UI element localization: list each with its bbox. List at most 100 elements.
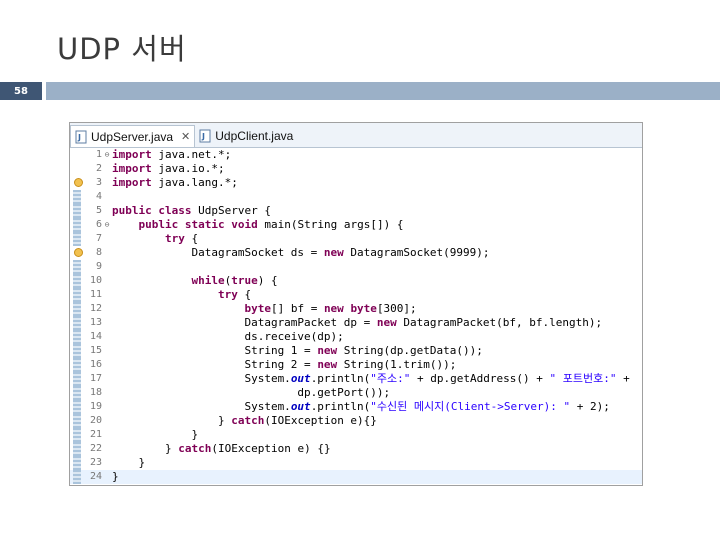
line-number: 19 (89, 401, 102, 412)
marker-gutter (70, 232, 86, 246)
fold-toggle-icon[interactable]: ⊖ (102, 148, 112, 162)
code-line[interactable]: 6 ⊖ public static void main(String args[]… (70, 218, 642, 232)
code-text: import java.lang.*; (112, 176, 238, 189)
code-text: String 1 = new String(dp.getData()); (112, 344, 483, 357)
code-text: public class UdpServer { (112, 204, 271, 217)
line-number: 8 (95, 247, 102, 258)
warning-icon[interactable] (70, 176, 86, 190)
code-line[interactable]: 3 import java.lang.*; (70, 176, 642, 190)
code-line[interactable]: 18 dp.getPort()); (70, 386, 642, 400)
page-number-box: 58 (0, 82, 42, 100)
code-line[interactable]: 2 import java.io.*; (70, 162, 642, 176)
line-number: 15 (89, 345, 102, 356)
code-line[interactable]: 20 } catch(IOException e){} (70, 414, 642, 428)
code-area[interactable]: 1 ⊖ import java.net.*; 2 import java.io.*; 3 i… (70, 148, 642, 484)
tab-udpclient[interactable]: J UdpClient.java (195, 125, 297, 147)
tab-label: UdpServer.java (91, 129, 174, 144)
line-number: 22 (89, 443, 102, 454)
marker-gutter (70, 204, 86, 218)
code-line[interactable]: 8 DatagramSocket ds = new DatagramSocket… (70, 246, 642, 260)
line-number: 6 (95, 219, 102, 230)
code-line[interactable]: 21 } (70, 428, 642, 442)
code-text: } catch(IOException e) {} (112, 442, 331, 455)
warning-icon[interactable] (70, 246, 86, 260)
close-icon[interactable]: ✕ (181, 130, 190, 143)
code-editor[interactable]: J UdpServer.java ✕ J UdpClient.java 1 ⊖ im… (69, 122, 643, 486)
marker-gutter (70, 344, 86, 358)
code-line[interactable]: 15 String 1 = new String(dp.getData()); (70, 344, 642, 358)
tab-label: UdpClient.java (215, 129, 294, 143)
code-line[interactable]: 10 while(true) { (70, 274, 642, 288)
line-number: 10 (89, 275, 102, 286)
code-line[interactable]: 16 String 2 = new String(1.trim()); (70, 358, 642, 372)
code-line[interactable]: 5 public class UdpServer { (70, 204, 642, 218)
code-text: } (112, 456, 146, 469)
code-line[interactable]: 24} (70, 470, 642, 484)
line-number: 16 (89, 359, 102, 370)
line-number: 4 (95, 191, 102, 202)
marker-gutter (70, 442, 86, 456)
editor-tab-bar: J UdpServer.java ✕ J UdpClient.java (70, 123, 642, 148)
marker-gutter (70, 386, 86, 400)
line-number: 13 (89, 317, 102, 328)
code-line[interactable]: 14 ds.receive(dp); (70, 330, 642, 344)
marker-gutter (70, 148, 86, 162)
marker-gutter (70, 260, 86, 274)
marker-gutter (70, 358, 86, 372)
marker-gutter (70, 218, 86, 232)
code-text: try { (164, 232, 199, 245)
code-text: } catch(IOException e){} (112, 414, 377, 427)
marker-gutter (70, 274, 86, 288)
line-number: 9 (95, 261, 102, 272)
code-line[interactable]: 4 (70, 190, 642, 204)
code-text: System.out.println("주소:" + dp.getAddress… (112, 372, 630, 385)
code-line[interactable]: 17 System.out.println("주소:" + dp.getAddr… (70, 372, 642, 386)
line-number: 24 (89, 471, 102, 482)
code-line[interactable]: 23 } (70, 456, 642, 470)
tab-udpserver[interactable]: J UdpServer.java ✕ (70, 125, 196, 147)
code-text: import java.net.*; (112, 148, 232, 161)
marker-gutter (70, 372, 86, 386)
line-number: 20 (89, 415, 102, 426)
code-line[interactable]: 1 ⊖ import java.net.*; (70, 148, 642, 162)
code-line[interactable]: 7 try { (70, 232, 642, 246)
marker-gutter (70, 190, 86, 204)
code-line[interactable]: 9 (70, 260, 642, 274)
code-text: dp.getPort()); (112, 386, 391, 399)
line-number: 3 (95, 177, 102, 188)
code-line[interactable]: 12 byte[] bf = new byte[300]; (70, 302, 642, 316)
marker-gutter (70, 456, 86, 470)
line-number: 14 (89, 331, 102, 342)
svg-text:J: J (77, 133, 81, 142)
marker-gutter (70, 470, 86, 484)
code-line[interactable]: 22 } catch(IOException e) {} (70, 442, 642, 456)
code-text: } (112, 428, 199, 441)
fold-toggle-icon[interactable]: ⊖ (102, 218, 112, 232)
code-text: byte[] bf = new byte[300]; (244, 302, 417, 315)
code-line[interactable]: 19 System.out.println("수신된 메시지(Client->S… (70, 400, 642, 414)
line-number: 12 (89, 303, 102, 314)
marker-gutter (70, 302, 86, 316)
code-text: while(true) { (191, 274, 278, 287)
marker-gutter (70, 162, 86, 176)
line-number: 18 (89, 387, 102, 398)
code-text: DatagramPacket dp = new DatagramPacket(b… (112, 316, 603, 329)
code-text: String 2 = new String(1.trim()); (112, 358, 457, 371)
code-line[interactable]: 11 try { (70, 288, 642, 302)
line-number: 7 (95, 233, 102, 244)
slide-title: UDP 서버 (57, 32, 187, 66)
marker-gutter (70, 288, 86, 302)
line-number: 1 (95, 149, 102, 160)
marker-gutter (70, 428, 86, 442)
code-text: } (112, 470, 119, 483)
line-number: 23 (89, 457, 102, 468)
marker-gutter (70, 414, 86, 428)
svg-text:J: J (201, 132, 205, 141)
code-line[interactable]: 13 DatagramPacket dp = new DatagramPacke… (70, 316, 642, 330)
line-number: 21 (89, 429, 102, 440)
code-text: ds.receive(dp); (112, 330, 344, 343)
code-text: try { (217, 288, 252, 301)
title-underline-bar (46, 82, 720, 100)
code-text: public static void main(String args[]) { (138, 218, 404, 231)
line-number: 5 (95, 205, 102, 216)
